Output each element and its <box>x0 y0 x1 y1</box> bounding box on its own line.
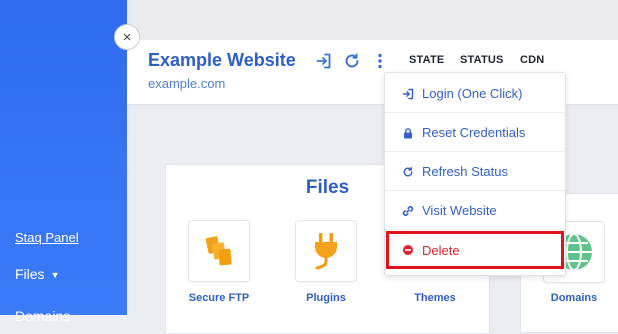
menu-item-label: Refresh Status <box>422 164 508 179</box>
link-icon <box>401 204 415 218</box>
refresh-icon <box>401 165 415 179</box>
domains-label: Domains <box>550 292 598 304</box>
sidebar: Staq Panel Files ▼ Domains <box>0 0 127 324</box>
site-title: Example Website <box>148 50 296 70</box>
login-icon[interactable] <box>315 52 333 70</box>
menu-item-label: Login (One Click) <box>422 86 523 101</box>
menu-item-label: Reset Credentials <box>422 125 526 140</box>
column-header-status: STATUS <box>460 54 504 66</box>
menu-item-visit-website[interactable]: Visit Website <box>385 192 565 230</box>
plug-icon <box>315 233 337 270</box>
menu-item-login[interactable]: Login (One Click) <box>385 75 565 113</box>
plugins-tile[interactable] <box>295 220 357 282</box>
menu-item-refresh-status[interactable]: Refresh Status <box>385 153 565 191</box>
more-options-icon[interactable] <box>371 52 389 70</box>
secure-ftp-label: Secure FTP <box>188 292 250 304</box>
login-icon <box>401 87 415 101</box>
site-url[interactable]: example.com <box>148 76 225 91</box>
sidebar-item-files-label: Files <box>15 266 45 282</box>
delete-highlight-box <box>386 231 564 269</box>
sidebar-item-domains[interactable]: Domains <box>15 308 70 324</box>
plugins-label: Plugins <box>306 292 346 304</box>
sidebar-item-files[interactable]: Files ▼ <box>15 266 59 282</box>
secure-ftp-tile[interactable] <box>188 220 250 282</box>
close-sidebar-button[interactable]: × <box>114 24 140 50</box>
column-header-state: STATE <box>409 54 445 66</box>
lock-icon <box>401 126 415 140</box>
column-header-cdn: CDN <box>520 54 545 66</box>
close-icon: × <box>122 28 132 46</box>
menu-item-label: Visit Website <box>422 203 497 218</box>
themes-label: Themes <box>414 292 456 304</box>
top-bar <box>127 0 618 40</box>
caret-down-icon: ▼ <box>50 270 60 280</box>
sidebar-link-staq-panel[interactable]: Staq Panel <box>15 230 79 245</box>
refresh-icon[interactable] <box>343 52 361 70</box>
menu-item-reset-credentials[interactable]: Reset Credentials <box>385 114 565 152</box>
folders-icon <box>205 236 232 266</box>
